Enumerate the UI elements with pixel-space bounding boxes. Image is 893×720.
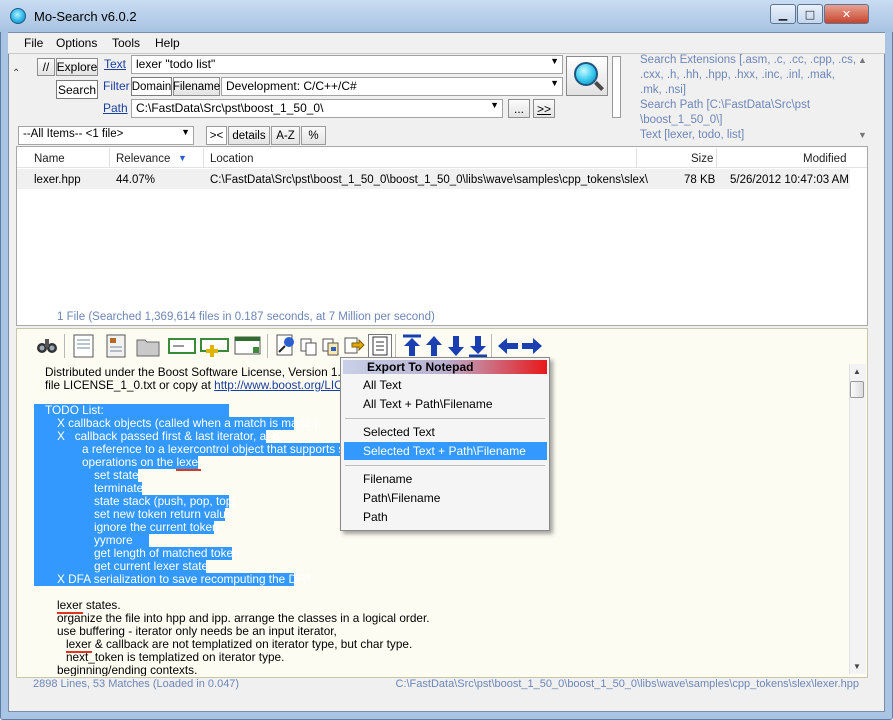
- copy-icon[interactable]: [298, 334, 322, 358]
- notepad-export-icon[interactable]: [368, 334, 392, 358]
- info-line: .mk, .nsi]: [640, 84, 687, 96]
- column-modified[interactable]: Modified: [803, 153, 846, 165]
- details-button[interactable]: details: [228, 126, 270, 145]
- info-line: Search Path [C:\FastData\Src\pst: [640, 99, 811, 111]
- text-line: beginning/ending contexts.: [57, 663, 198, 677]
- regex-toggle-button[interactable]: //: [37, 58, 55, 76]
- preview-scrollbar[interactable]: [849, 364, 866, 674]
- text-line: X DFA serialization to save recomputing …: [57, 572, 315, 586]
- previous-match-icon[interactable]: [422, 334, 446, 358]
- next-match-icon[interactable]: [444, 334, 468, 358]
- menu-item-all-text[interactable]: All Text: [363, 378, 401, 392]
- sort-desc-icon: ▼: [178, 153, 187, 163]
- path-label: Path: [103, 101, 128, 115]
- close-button[interactable]: ✕: [824, 4, 869, 24]
- row-location: C:\FastData\Src\pst\boost_1_50_0\boost_1…: [210, 174, 648, 186]
- column-size[interactable]: Size: [691, 153, 713, 165]
- search-status: 1 File (Searched 1,369,614 files in 0.18…: [57, 311, 435, 323]
- scroll-down-icon[interactable]: ▼: [858, 130, 867, 140]
- status-left: 2898 Lines, 53 Matches (Loaded in 0.047): [33, 678, 240, 690]
- info-line: Search Extensions [.asm, .c, .cc, .cpp, …: [640, 54, 857, 66]
- domain-toggle[interactable]: Domain: [131, 77, 172, 96]
- forward-arrow-icon[interactable]: [520, 334, 544, 358]
- column-location[interactable]: Location: [210, 153, 253, 165]
- textbox-icon[interactable]: [168, 334, 196, 358]
- scrollbar-thumb[interactable]: [850, 381, 864, 398]
- find-in-text-icon[interactable]: [274, 334, 298, 358]
- search-button[interactable]: [566, 56, 608, 96]
- info-line: \boost_1_50_0\]: [640, 114, 723, 126]
- text-line: file LICENSE_1_0.txt or copy at http://w…: [45, 378, 360, 392]
- document-properties-icon[interactable]: [104, 334, 128, 358]
- row-name: lexer.hpp: [34, 174, 81, 186]
- back-arrow-icon[interactable]: [496, 334, 520, 358]
- chevron-down-icon[interactable]: ▼: [490, 100, 499, 110]
- chevron-down-icon[interactable]: ▼: [181, 127, 190, 137]
- row-size: 78 KB: [684, 174, 716, 186]
- collapse-up-icon[interactable]: ⌃: [12, 68, 20, 79]
- progress-indicator: [612, 56, 621, 118]
- browse-button[interactable]: ...: [508, 99, 530, 118]
- menu-help[interactable]: Help: [155, 36, 180, 50]
- binoculars-icon[interactable]: [35, 334, 59, 358]
- menu-item-selected-text-path[interactable]: Selected Text + Path\Filename: [363, 444, 526, 458]
- export-arrow-icon[interactable]: [342, 334, 366, 358]
- status-right: C:\FastData\Src\pst\boost_1_50_0\boost_1…: [395, 678, 860, 690]
- info-line: .cxx, .h, .hh, .hpp, .hxx, .inc, .inl, .…: [640, 69, 835, 81]
- row-relevance: 44.07%: [116, 174, 156, 186]
- export-menu-title: Export To Notepad: [367, 360, 474, 374]
- items-filter-combobox[interactable]: --All Items-- <1 file> ▼: [18, 126, 194, 145]
- column-relevance[interactable]: Relevance: [116, 153, 170, 165]
- items-filter-value: --All Items-- <1 file>: [23, 128, 124, 140]
- chevron-down-icon[interactable]: ▼: [550, 78, 559, 88]
- column-name[interactable]: Name: [34, 153, 65, 165]
- chevron-down-icon[interactable]: ▼: [550, 56, 559, 66]
- last-match-icon[interactable]: [466, 334, 490, 358]
- filename-toggle[interactable]: Filename: [173, 77, 220, 96]
- menu-item-selected-text[interactable]: Selected Text: [363, 425, 435, 439]
- scroll-up-icon[interactable]: ▲: [853, 367, 861, 376]
- search-info-panel: Search Extensions [.asm, .c, .cc, .cpp, …: [640, 53, 865, 143]
- info-line: Text [lexer, todo, list]: [640, 129, 745, 141]
- menu-item-all-text-path[interactable]: All Text + Path\Filename: [363, 397, 493, 411]
- filter-combobox[interactable]: Development: C/C++/C# ▼: [221, 77, 563, 96]
- explore-button[interactable]: Explore: [56, 58, 98, 76]
- maximize-button[interactable]: □: [797, 4, 823, 24]
- document-icon[interactable]: [72, 334, 96, 358]
- scroll-down-icon[interactable]: ▼: [853, 662, 861, 671]
- status-bar: 2898 Lines, 53 Matches (Loaded in 0.047)…: [16, 676, 868, 692]
- menu-bar: File Options Tools Help: [8, 33, 885, 53]
- export-context-menu: Export To Notepad All Text All Text + Pa…: [340, 357, 550, 531]
- go-button[interactable]: >>: [533, 99, 555, 118]
- text-search-combobox[interactable]: lexer "todo list" ▼: [131, 55, 563, 74]
- menu-item-path[interactable]: Path: [363, 510, 388, 524]
- folder-icon[interactable]: [136, 334, 160, 358]
- text-label: Text: [104, 57, 127, 71]
- collapse-button[interactable]: ><: [206, 126, 227, 145]
- copy-path-icon[interactable]: [320, 334, 344, 358]
- sort-az-button[interactable]: A-Z: [271, 126, 300, 145]
- search-mode-button[interactable]: Search: [56, 80, 98, 99]
- sort-percent-button[interactable]: %: [301, 126, 326, 145]
- app-icon: [10, 8, 26, 24]
- row-modified: 5/26/2012 10:47:03 AM: [730, 174, 849, 186]
- text-search-value: lexer "todo list": [136, 57, 216, 71]
- path-value: C:\FastData\Src\pst\boost_1_50_0\: [136, 101, 324, 115]
- window-panel-icon[interactable]: [234, 334, 262, 358]
- scroll-up-icon[interactable]: ▲: [858, 55, 867, 65]
- window-title: Mo-Search v6.0.2: [34, 9, 137, 24]
- path-combobox[interactable]: C:\FastData\Src\pst\boost_1_50_0\ ▼: [131, 99, 503, 118]
- menu-file[interactable]: File: [24, 36, 43, 50]
- menu-options[interactable]: Options: [56, 36, 97, 50]
- menu-item-path-filename[interactable]: Path\Filename: [363, 491, 440, 505]
- filter-label: Filter: [103, 79, 130, 93]
- filter-value: Development: C/C++/C#: [226, 79, 357, 93]
- minimize-button[interactable]: ▁: [770, 4, 796, 24]
- license-link[interactable]: http://www.boost.org/LICEN: [214, 378, 359, 392]
- first-match-icon[interactable]: [400, 334, 424, 358]
- menu-item-filename[interactable]: Filename: [363, 472, 412, 486]
- menu-tools[interactable]: Tools: [112, 36, 140, 50]
- add-field-icon[interactable]: [200, 334, 230, 358]
